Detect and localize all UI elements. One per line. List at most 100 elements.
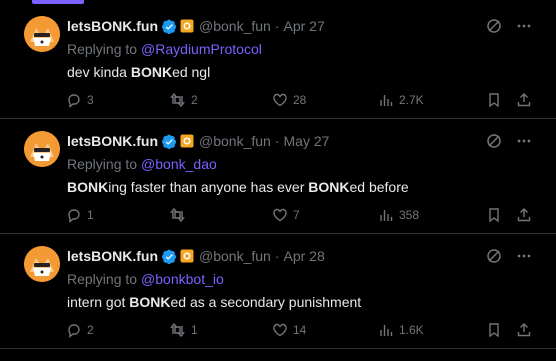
shiba-avatar-icon <box>24 16 60 52</box>
separator-dot: · <box>274 18 280 34</box>
replying-to-mention[interactable]: @RaydiumProtocol <box>141 41 262 57</box>
more-options-icon[interactable] <box>516 18 532 34</box>
tweet-secondary-actions <box>486 322 532 338</box>
share-icon[interactable] <box>516 207 532 223</box>
verified-badge-icon <box>162 19 177 34</box>
tweet-actions: 1 7 358 <box>66 206 532 224</box>
avatar[interactable] <box>24 16 60 52</box>
author-handle[interactable]: @bonk_fun <box>199 133 271 149</box>
tweet-actions: 2 1 14 1.6K <box>66 321 532 339</box>
tweet-text: intern got BONKed as a secondary punishm… <box>67 294 361 310</box>
reply-button[interactable]: 1 <box>66 207 169 223</box>
tweet-header: letsBONK.fun @bonk_fun · May 27 <box>67 133 496 149</box>
share-icon[interactable] <box>516 322 532 338</box>
replying-to-mention[interactable]: @bonkbot_io <box>141 271 224 287</box>
like-button[interactable]: 14 <box>272 322 378 338</box>
bookmark-icon[interactable] <box>486 322 502 338</box>
reply-count: 1 <box>87 208 94 222</box>
separator-dot: · <box>274 133 280 149</box>
replying-to: Replying to @RaydiumProtocol <box>67 41 262 57</box>
tweet-text-part: ing faster than anyone has ever <box>108 179 309 195</box>
tweet-top-actions <box>486 18 532 34</box>
grok-icon[interactable] <box>486 133 502 149</box>
tweet-card[interactable]: letsBONK.fun @bonk_fun · Apr 27 Replying… <box>0 4 556 119</box>
views-button[interactable]: 1.6K <box>378 322 486 338</box>
avatar[interactable] <box>24 246 60 282</box>
avatar[interactable] <box>24 131 60 167</box>
tweet-top-actions <box>486 248 532 264</box>
tweet-secondary-actions <box>486 92 532 108</box>
tweet-text-bold: BONK <box>130 64 173 80</box>
replying-to: Replying to @bonkbot_io <box>67 271 224 287</box>
repost-icon <box>170 92 185 108</box>
tweet-text-bold: BONK <box>129 294 171 310</box>
views-chart-icon <box>380 325 393 336</box>
tweet-date[interactable]: Apr 28 <box>284 248 325 264</box>
reply-icon <box>68 209 80 223</box>
bookmark-icon[interactable] <box>486 92 502 108</box>
like-count: 7 <box>293 208 300 222</box>
shiba-avatar-icon <box>24 131 60 167</box>
heart-icon <box>273 93 287 107</box>
like-button[interactable]: 7 <box>272 207 378 223</box>
repost-icon <box>170 207 185 223</box>
separator-dot: · <box>274 248 280 264</box>
tweet-date[interactable]: May 27 <box>284 133 330 149</box>
tweet-text-part: dev kinda <box>67 64 131 80</box>
repost-count: 2 <box>191 93 198 107</box>
like-count: 14 <box>293 323 307 337</box>
author-name[interactable]: letsBONK.fun <box>67 248 158 264</box>
tweet-card[interactable]: letsBONK.fun @bonk_fun · May 27 Replying… <box>0 119 556 234</box>
author-name[interactable]: letsBONK.fun <box>67 133 158 149</box>
grok-icon[interactable] <box>486 18 502 34</box>
tweet-text-part: ed as a secondary punishment <box>170 294 362 310</box>
affiliate-badge-icon <box>180 19 194 33</box>
tweet-text-bold: BONK <box>308 179 350 195</box>
like-count: 28 <box>293 93 307 107</box>
like-button[interactable]: 28 <box>272 92 378 108</box>
shiba-avatar-icon <box>24 246 60 282</box>
tweet-card[interactable]: letsBONK.fun @bonk_fun · Apr 28 Replying… <box>0 234 556 349</box>
tweet-secondary-actions <box>486 207 532 223</box>
replying-to: Replying to @bonk_dao <box>67 156 217 172</box>
tweet-header: letsBONK.fun @bonk_fun · Apr 28 <box>67 248 496 264</box>
reply-button[interactable]: 2 <box>66 322 169 338</box>
author-name[interactable]: letsBONK.fun <box>67 18 158 34</box>
reply-feed: letsBONK.fun @bonk_fun · Apr 27 Replying… <box>0 4 556 349</box>
replying-prefix: Replying to <box>67 41 138 57</box>
repost-button[interactable]: 1 <box>169 322 272 338</box>
tweet-text-part: ed before <box>349 179 409 195</box>
repost-button[interactable] <box>169 207 272 223</box>
heart-icon <box>273 208 287 222</box>
affiliate-badge-icon <box>180 134 194 148</box>
repost-button[interactable]: 2 <box>169 92 272 108</box>
share-icon[interactable] <box>516 92 532 108</box>
reply-icon <box>68 94 80 108</box>
verified-badge-icon <box>162 134 177 149</box>
more-options-icon[interactable] <box>516 133 532 149</box>
author-handle[interactable]: @bonk_fun <box>199 248 271 264</box>
author-handle[interactable]: @bonk_fun <box>199 18 271 34</box>
views-button[interactable]: 2.7K <box>378 92 486 108</box>
tweet-top-actions <box>486 133 532 149</box>
affiliate-badge-icon <box>180 249 194 263</box>
repost-count: 1 <box>191 323 198 337</box>
view-count: 2.7K <box>399 93 424 107</box>
views-chart-icon <box>380 95 393 106</box>
more-options-icon[interactable] <box>516 248 532 264</box>
replying-prefix: Replying to <box>67 156 138 172</box>
tweet-date[interactable]: Apr 27 <box>284 18 325 34</box>
bookmark-icon[interactable] <box>486 207 502 223</box>
tweet-actions: 3 2 28 2.7K <box>66 91 532 109</box>
tweet-text-part: ed ngl <box>172 64 211 80</box>
heart-icon <box>273 323 287 337</box>
reply-button[interactable]: 3 <box>66 92 169 108</box>
views-button[interactable]: 358 <box>378 207 486 223</box>
grok-icon[interactable] <box>486 248 502 264</box>
tweet-text: BONKing faster than anyone has ever BONK… <box>67 179 409 195</box>
tweet-header: letsBONK.fun @bonk_fun · Apr 27 <box>67 18 496 34</box>
reply-count: 2 <box>87 323 94 337</box>
reply-icon <box>68 324 80 338</box>
replying-to-mention[interactable]: @bonk_dao <box>141 156 217 172</box>
reply-count: 3 <box>87 93 94 107</box>
